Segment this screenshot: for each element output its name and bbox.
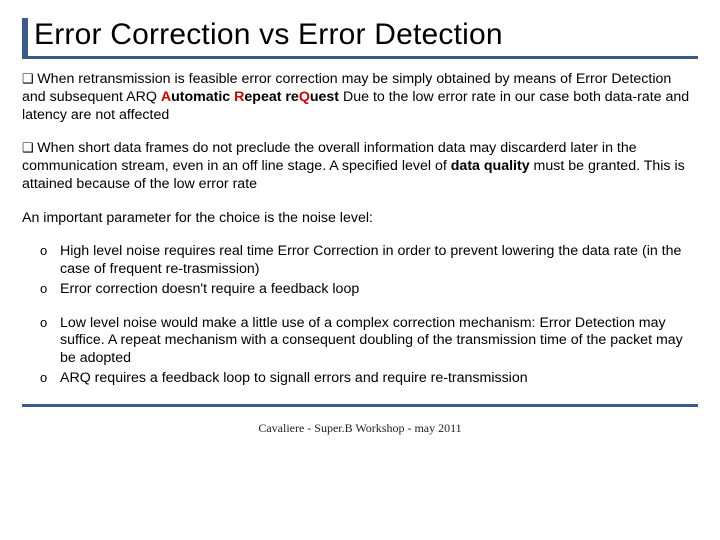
square-bullet-icon — [22, 71, 37, 87]
text: epeat re — [244, 89, 298, 105]
divider-line — [22, 404, 698, 407]
text: utomatic — [171, 89, 234, 105]
bullet-list-low-noise: Low level noise would make a little use … — [22, 315, 698, 388]
slide-body: When retransmission is feasible error co… — [22, 71, 698, 388]
square-bullet-icon — [22, 140, 37, 156]
text: uest — [310, 89, 339, 105]
list-item: ARQ requires a feedback loop to signall … — [40, 370, 698, 388]
paragraph-1: When retransmission is feasible error co… — [22, 71, 698, 124]
list-item: Low level noise would make a little use … — [40, 315, 698, 368]
list-item: High level noise requires real time Erro… — [40, 243, 698, 279]
arq-q: Q — [299, 89, 310, 105]
slide-title: Error Correction vs Error Detection — [34, 18, 698, 52]
title-bar: Error Correction vs Error Detection — [22, 18, 698, 59]
bullet-list-high-noise: High level noise requires real time Erro… — [22, 243, 698, 298]
paragraph-2: When short data frames do not preclude t… — [22, 140, 698, 193]
arq-r: R — [234, 89, 244, 105]
arq-a: A — [161, 89, 171, 105]
paragraph-3: An important parameter for the choice is… — [22, 210, 698, 228]
text-bold: data quality — [451, 158, 530, 174]
list-item: Error correction doesn't require a feedb… — [40, 281, 698, 299]
footer-text: Cavaliere - Super.B Workshop - may 2011 — [22, 421, 698, 436]
